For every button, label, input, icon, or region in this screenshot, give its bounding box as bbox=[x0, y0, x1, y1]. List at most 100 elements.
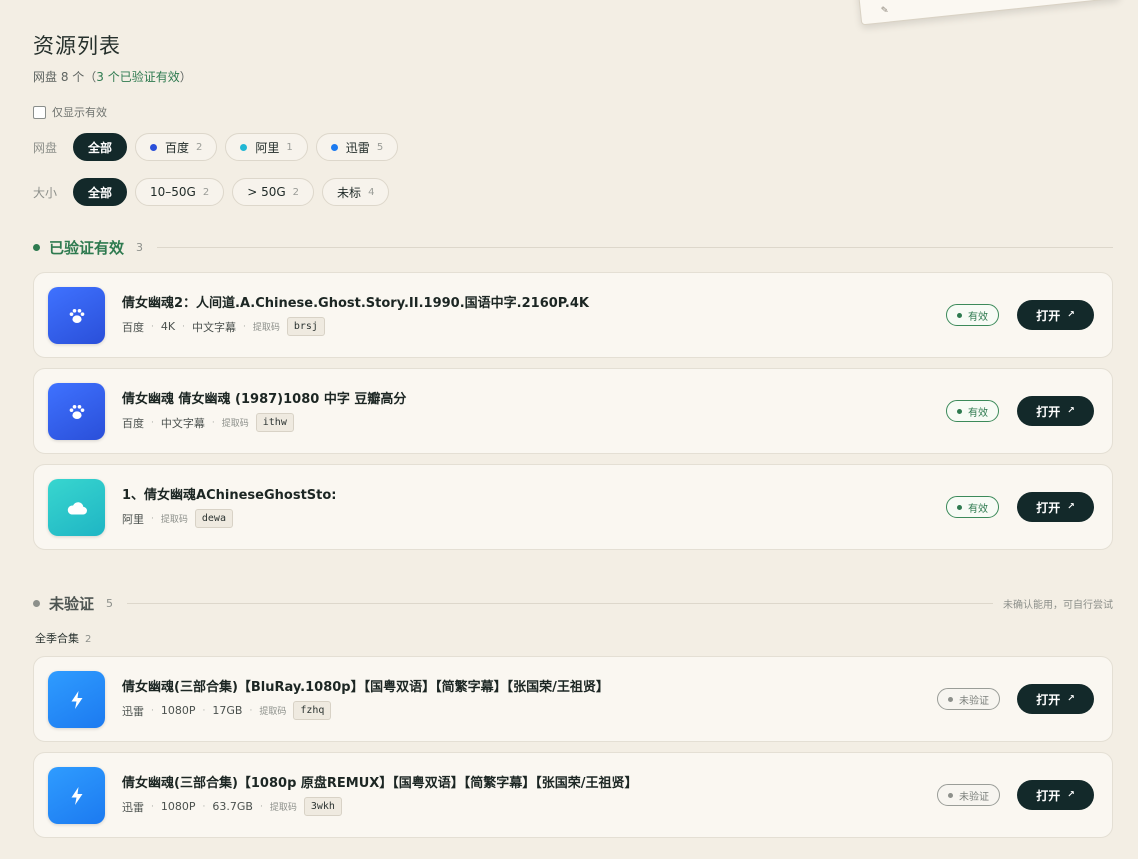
baidu-paw-icon bbox=[48, 287, 105, 344]
meta-item: 百度 bbox=[122, 416, 144, 430]
open-button-label: 打开 bbox=[1036, 692, 1061, 707]
unverified-section-title: 未验证 bbox=[49, 595, 95, 613]
open-button[interactable]: 打开 ↗ bbox=[1017, 780, 1094, 810]
extract-code: 3wkh bbox=[303, 797, 342, 816]
verified-count-text: 3 个已验证有效 bbox=[96, 70, 180, 84]
group-label: 全季合集 2 bbox=[35, 632, 92, 645]
meta-item: 17GB bbox=[212, 704, 243, 717]
status-text: 有效 bbox=[968, 407, 988, 419]
disk-color-dot bbox=[150, 143, 158, 151]
meta-separator: · bbox=[202, 801, 206, 812]
extract-code: brsj bbox=[286, 317, 325, 336]
meta-item: 63.7GB bbox=[212, 800, 253, 813]
extract-code-label: 提取码 bbox=[269, 803, 297, 813]
xunlei-bolt-icon bbox=[48, 671, 105, 728]
xunlei-bolt-icon bbox=[48, 767, 105, 824]
status-badge: 未验证 bbox=[937, 784, 1000, 806]
meta-separator: · bbox=[151, 705, 154, 716]
resource-meta: 迅雷 · 1080P · 17GB · 提取码 fzhq bbox=[122, 701, 332, 720]
resource-title: 1、倩女幽魂AChineseGhostSto: bbox=[122, 488, 337, 503]
meta-item: 百度 bbox=[122, 320, 144, 334]
extract-code: ithw bbox=[255, 413, 294, 432]
meta-separator: · bbox=[202, 705, 206, 716]
status-text: 未验证 bbox=[959, 791, 989, 803]
open-button-label: 打开 bbox=[1036, 404, 1061, 419]
only-valid-checkbox[interactable] bbox=[33, 105, 46, 119]
disk-filter-chips: 全部 百度 2 阿里 1 迅雷 5 bbox=[73, 133, 406, 161]
open-button[interactable]: 打开 ↗ bbox=[1017, 300, 1094, 330]
status-dot bbox=[957, 312, 962, 318]
status-dot bbox=[957, 504, 962, 510]
unverified-section-note: 未确认能用，可自行尝试 bbox=[1003, 600, 1113, 611]
open-button[interactable]: 打开 ↗ bbox=[1017, 492, 1094, 522]
status-text: 有效 bbox=[968, 311, 988, 323]
disk-color-dot bbox=[330, 143, 338, 151]
size-filter-chip-label: 未标 bbox=[337, 185, 362, 200]
status-text: 有效 bbox=[968, 503, 988, 515]
resource-card: 倩女幽魂2：人间道.A.Chinese.Ghost.Story.II.1990.… bbox=[33, 272, 1113, 358]
extract-code: dewa bbox=[194, 509, 233, 528]
size-filter-chip-label: > 50G bbox=[247, 185, 286, 199]
open-button-label: 打开 bbox=[1036, 500, 1061, 515]
meta-item: 阿里 bbox=[122, 512, 144, 526]
size-filter-row: 大小 全部 10–50G 2 > 50G 2 未标 4 bbox=[33, 178, 397, 206]
verified-section-count: 3 bbox=[136, 241, 144, 254]
size-filter-chip-count: 4 bbox=[368, 186, 375, 198]
meta-separator: · bbox=[151, 801, 154, 812]
meta-separator: · bbox=[242, 321, 246, 332]
disk-filter-chip-label: 迅雷 bbox=[345, 140, 370, 155]
extract-code-label: 提取码 bbox=[160, 515, 188, 525]
meta-item: 4K bbox=[160, 320, 176, 333]
baidu-paw-icon bbox=[48, 383, 105, 440]
meta-separator: · bbox=[259, 801, 263, 812]
unverified-section-count: 5 bbox=[106, 597, 114, 610]
meta-separator: · bbox=[151, 417, 154, 428]
resource-meta: 百度 · 4K · 中文字幕 · 提取码 brsj bbox=[122, 317, 325, 336]
status-dot bbox=[948, 792, 953, 798]
extract-code-label: 提取码 bbox=[221, 419, 249, 429]
size-filter-chip-count: 2 bbox=[202, 186, 210, 198]
unverified-dot bbox=[33, 600, 40, 607]
disk-filter-chip-1[interactable]: 百度 2 bbox=[135, 133, 218, 161]
size-filter-chip-1[interactable]: 10–50G 2 bbox=[135, 178, 225, 206]
only-valid-toggle[interactable]: 仅显示有效 bbox=[33, 104, 107, 120]
meta-separator: · bbox=[211, 417, 215, 428]
size-filter-label: 大小 bbox=[33, 185, 58, 200]
status-badge: 有效 bbox=[946, 400, 999, 422]
open-button[interactable]: 打开 ↗ bbox=[1017, 396, 1094, 426]
extract-code: fzhq bbox=[293, 701, 332, 720]
meta-item: 1080P bbox=[160, 800, 196, 813]
disk-filter-chip-2[interactable]: 阿里 1 bbox=[225, 133, 308, 161]
disk-filter-chip-label: 百度 bbox=[165, 140, 190, 155]
size-filter-chip-2[interactable]: > 50G 2 bbox=[232, 178, 315, 206]
resource-meta: 迅雷 · 1080P · 63.7GB · 提取码 3wkh bbox=[122, 797, 342, 816]
status-dot bbox=[948, 696, 953, 702]
resource-card: 倩女幽魂 倩女幽魂 (1987)1080 中字 豆瓣高分 百度 · 中文字幕 · 提取码 i… bbox=[33, 368, 1113, 454]
only-valid-label: 仅显示有效 bbox=[52, 106, 107, 119]
size-filter-chip-3[interactable]: 未标 4 bbox=[322, 178, 390, 206]
external-link-icon: ↗ bbox=[1067, 502, 1075, 512]
disk-filter-chip-3[interactable]: 迅雷 5 bbox=[315, 133, 399, 161]
meta-item: 中文字幕 bbox=[191, 320, 236, 334]
resource-title: 倩女幽魂2：人间道.A.Chinese.Ghost.Story.II.1990.… bbox=[122, 296, 589, 311]
size-filter-chip-0[interactable]: 全部 bbox=[73, 178, 128, 206]
verified-section-title: 已验证有效 bbox=[49, 239, 125, 257]
disk-filter-chip-0[interactable]: 全部 bbox=[73, 133, 128, 161]
open-button-label: 打开 bbox=[1036, 308, 1061, 323]
resource-meta: 阿里 · 提取码 dewa bbox=[122, 509, 233, 528]
size-filter-chip-count: 2 bbox=[292, 186, 300, 198]
meta-separator: · bbox=[182, 321, 185, 332]
resource-card: 倩女幽魂(三部合集)【1080p 原盘REMUX】【国粤双语】【简繁字幕】【张国… bbox=[33, 752, 1113, 838]
section-divider bbox=[127, 603, 993, 604]
verified-section-header: 已验证有效 3 bbox=[33, 237, 1113, 258]
external-link-icon: ↗ bbox=[1067, 310, 1075, 320]
meta-item: 1080P bbox=[160, 704, 196, 717]
resource-meta: 百度 · 中文字幕 · 提取码 ithw bbox=[122, 413, 294, 432]
disk-filter-chip-count: 2 bbox=[196, 141, 203, 153]
status-text: 未验证 bbox=[959, 695, 989, 707]
group-count: 2 bbox=[85, 634, 92, 645]
disk-filter-chip-label: 全部 bbox=[88, 140, 113, 155]
verified-dot bbox=[33, 244, 40, 251]
open-button[interactable]: 打开 ↗ bbox=[1017, 684, 1094, 714]
external-link-icon: ↗ bbox=[1067, 694, 1075, 704]
